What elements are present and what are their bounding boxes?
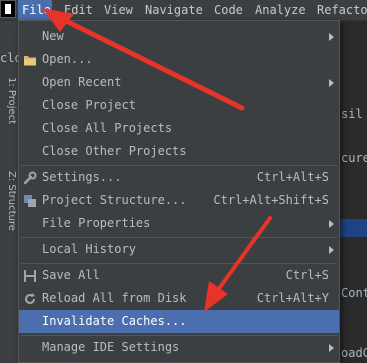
- main-menu-bar: File Edit View Navigate Code Analyze Ref…: [0, 0, 367, 21]
- menu-item-label: Settings...: [42, 170, 122, 184]
- menu-refactor[interactable]: Refactor: [317, 0, 367, 20]
- menu-edit[interactable]: Edit: [64, 0, 93, 20]
- menu-item-close-all-projects[interactable]: Close All Projects: [19, 117, 339, 140]
- submenu-arrow-icon: [329, 344, 334, 352]
- menu-item-open-recent[interactable]: Open Recent: [19, 71, 339, 94]
- editor-code-fragment: sil: [341, 107, 363, 121]
- menu-item-new[interactable]: New: [19, 25, 339, 48]
- menu-item-label: Project Structure...: [42, 193, 187, 207]
- app-logo-icon: [0, 0, 16, 18]
- menu-view[interactable]: View: [104, 0, 133, 20]
- reload-icon: [23, 291, 37, 305]
- menu-item-label: File Properties: [42, 216, 151, 230]
- menu-item-label: Manage IDE Settings: [42, 340, 180, 354]
- project-tool-tab[interactable]: 1: Project: [0, 66, 17, 136]
- menu-item-manage-ide-settings[interactable]: Manage IDE Settings: [19, 336, 339, 359]
- menu-item-shortcut: Ctrl+Alt+S: [256, 170, 329, 184]
- menu-item-reload-all[interactable]: Reload All from Disk Ctrl+Alt+Y: [19, 287, 339, 310]
- menu-analyze[interactable]: Analyze: [255, 0, 306, 20]
- menu-item-label: Local History: [42, 242, 136, 256]
- menu-file[interactable]: File: [18, 0, 52, 20]
- menu-item-shortcut: Ctrl+S: [285, 268, 329, 282]
- menu-item-shortcut: Ctrl+Alt+Shift+S: [213, 193, 329, 207]
- menu-item-label: Close Project: [42, 98, 136, 112]
- project-name-fragment: clo: [0, 51, 18, 65]
- editor-code-fragment: cureU: [341, 151, 367, 165]
- structure-tool-tab[interactable]: Z: Structure: [0, 161, 17, 241]
- menu-item-close-project[interactable]: Close Project: [19, 94, 339, 117]
- save-icon: [23, 268, 37, 282]
- editor-code-fragment: Cont: [341, 286, 367, 300]
- menu-item-shortcut: Ctrl+Alt+Y: [256, 291, 329, 305]
- menu-item-save-all[interactable]: Save All Ctrl+S: [19, 264, 339, 287]
- menu-item-label: Save All: [42, 268, 100, 282]
- menu-item-label: Invalidate Caches...: [42, 314, 187, 328]
- menu-navigate[interactable]: Navigate: [145, 0, 203, 20]
- menu-code[interactable]: Code: [214, 0, 243, 20]
- project-structure-icon: [23, 193, 37, 207]
- menu-item-close-other-projects[interactable]: Close Other Projects: [19, 140, 339, 163]
- submenu-arrow-icon: [329, 33, 334, 41]
- menu-item-invalidate-caches[interactable]: Invalidate Caches...: [19, 310, 339, 333]
- menu-item-file-properties[interactable]: File Properties: [19, 212, 339, 235]
- menu-item-label: Close All Projects: [42, 121, 173, 135]
- editor-code-fragment: oadC: [341, 346, 367, 360]
- menu-item-label: Open...: [42, 52, 93, 66]
- file-menu-dropdown: New Open... Open Recent Close Project Cl…: [18, 20, 340, 363]
- submenu-arrow-icon: [329, 79, 334, 87]
- menu-item-label: Close Other Projects: [42, 144, 187, 158]
- menu-item-label: Open Recent: [42, 75, 122, 89]
- menu-item-local-history[interactable]: Local History: [19, 238, 339, 261]
- menu-item-project-structure[interactable]: Project Structure... Ctrl+Alt+Shift+S: [19, 189, 339, 212]
- submenu-arrow-icon: [329, 220, 334, 228]
- editor-selection-line: [340, 219, 367, 237]
- wrench-icon: [23, 170, 37, 185]
- menu-item-settings[interactable]: Settings... Ctrl+Alt+S: [19, 166, 339, 189]
- menu-item-open[interactable]: Open...: [19, 48, 339, 71]
- submenu-arrow-icon: [329, 246, 334, 254]
- folder-icon: [23, 52, 37, 66]
- menu-item-label: Reload All from Disk: [42, 291, 187, 305]
- menu-item-label: New: [42, 29, 64, 43]
- left-tool-window-strip: clo 1: Project Z: Structure: [0, 21, 19, 363]
